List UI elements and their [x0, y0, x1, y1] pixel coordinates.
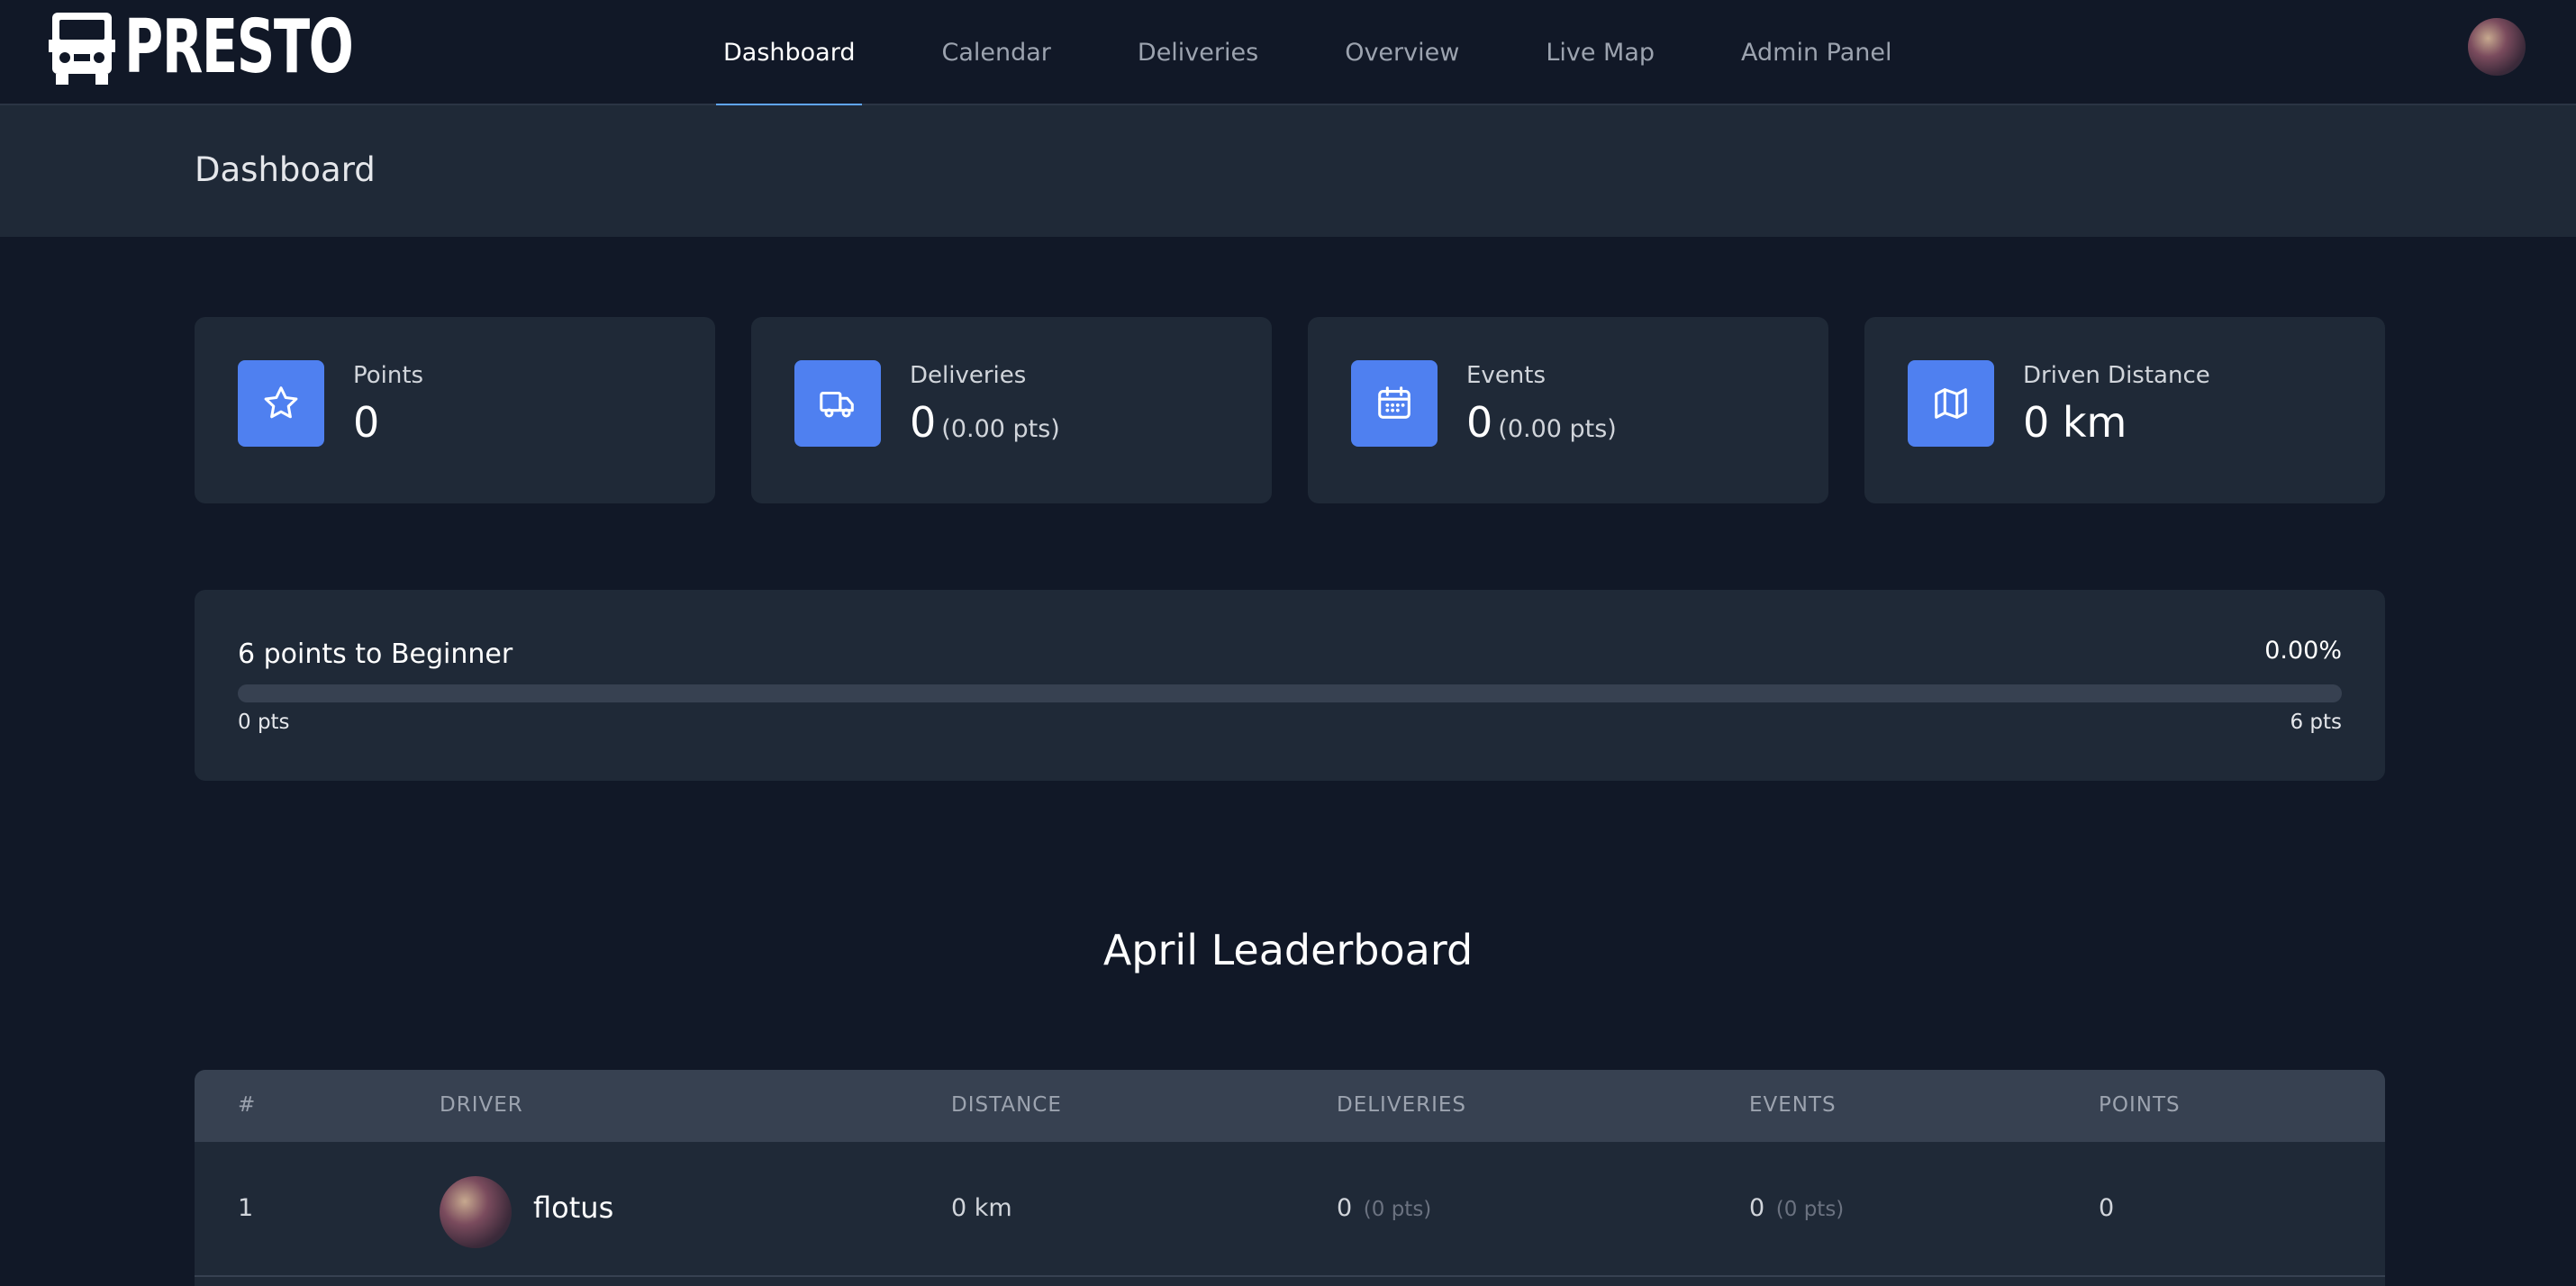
- map-icon: [1935, 388, 1967, 419]
- row-events: 0 (0 pts): [1749, 1194, 1844, 1222]
- points-value: 0: [353, 398, 379, 447]
- nav-calendar[interactable]: Calendar: [934, 0, 1057, 105]
- deliveries-points: (0.00 pts): [941, 415, 1060, 443]
- logo-text: PRESTO: [124, 5, 354, 90]
- events-label: Events: [1466, 362, 1547, 389]
- top-navigation: PRESTO Dashboard Calendar Deliveries Ove…: [0, 0, 2576, 107]
- nav-admin-panel[interactable]: Admin Panel: [1734, 0, 1899, 105]
- column-header-driver: DRIVER: [440, 1093, 523, 1117]
- table-header: # DRIVER DISTANCE DELIVERIES EVENTS POIN…: [195, 1070, 2385, 1142]
- calendar-icon-badge: [1351, 360, 1438, 447]
- calendar-icon: [1378, 386, 1410, 419]
- events-value: 0 (0.00 pts): [1466, 398, 1617, 447]
- leaderboard-table: # DRIVER DISTANCE DELIVERIES EVENTS POIN…: [195, 1070, 2385, 1286]
- column-header-distance: DISTANCE: [951, 1093, 1062, 1117]
- progress-max-label: 6 pts: [2290, 711, 2342, 734]
- truck-icon-badge: [794, 360, 881, 447]
- deliveries-value: 0 (0.00 pts): [910, 398, 1060, 447]
- distance-number: 0 km: [2023, 398, 2127, 447]
- points-label: Points: [353, 362, 424, 389]
- row-points: 0: [2099, 1194, 2115, 1222]
- star-icon: [264, 386, 298, 419]
- user-avatar[interactable]: [2468, 18, 2526, 76]
- logo[interactable]: PRESTO: [49, 7, 441, 88]
- deliveries-card: Deliveries 0 (0.00 pts): [751, 317, 1272, 503]
- star-icon-badge: [238, 360, 324, 447]
- leaderboard-title: April Leaderboard: [1102, 926, 1474, 974]
- events-card: Events 0 (0.00 pts): [1308, 317, 1828, 503]
- column-header-deliveries: DELIVERIES: [1337, 1093, 1467, 1117]
- column-header-events: EVENTS: [1749, 1093, 1837, 1117]
- row-deliveries-points: (0 pts): [1363, 1198, 1432, 1221]
- events-points: (0.00 pts): [1498, 415, 1617, 443]
- distance-label: Driven Distance: [2023, 362, 2210, 389]
- points-number: 0: [353, 398, 380, 447]
- deliveries-number: 0: [910, 398, 937, 447]
- progress-bar: [238, 684, 2342, 702]
- events-number: 0: [1466, 398, 1493, 447]
- row-deliveries: 0 (0 pts): [1337, 1194, 1431, 1222]
- distance-value: 0 km: [2023, 398, 2127, 447]
- nav-links: Dashboard Calendar Deliveries Overview L…: [716, 0, 1972, 107]
- map-icon-badge: [1908, 360, 1994, 447]
- driver-avatar: [440, 1176, 512, 1248]
- driver-name[interactable]: flotus: [533, 1191, 613, 1225]
- progress-percent: 0.00%: [2264, 637, 2342, 665]
- truck-icon: [820, 391, 854, 418]
- page-title: Dashboard: [195, 150, 376, 189]
- row-rank: 1: [238, 1194, 254, 1222]
- truck-logo-icon: [49, 13, 115, 85]
- row-distance: 0 km: [951, 1194, 1012, 1222]
- row-events-points: (0 pts): [1775, 1198, 1845, 1221]
- nav-live-map[interactable]: Live Map: [1538, 0, 1662, 105]
- page-header: Dashboard: [0, 105, 2576, 237]
- deliveries-label: Deliveries: [910, 362, 1027, 389]
- progress-title: 6 points to Beginner: [238, 638, 513, 670]
- row-deliveries-count: 0: [1337, 1194, 1353, 1222]
- progress-min-label: 0 pts: [238, 711, 290, 734]
- points-card: Points 0: [195, 317, 715, 503]
- table-row[interactable]: 1 flotus 0 km 0 (0 pts) 0 (0 pts) 0: [195, 1142, 2385, 1277]
- column-header-points: POINTS: [2099, 1093, 2181, 1117]
- nav-dashboard[interactable]: Dashboard: [716, 0, 863, 107]
- nav-deliveries[interactable]: Deliveries: [1130, 0, 1265, 105]
- distance-card: Driven Distance 0 km: [1864, 317, 2385, 503]
- column-header-rank: #: [238, 1093, 257, 1117]
- nav-overview[interactable]: Overview: [1338, 0, 1466, 105]
- rank-progress-card: 6 points to Beginner 0.00% 0 pts 6 pts: [195, 590, 2385, 781]
- row-events-count: 0: [1749, 1194, 1765, 1222]
